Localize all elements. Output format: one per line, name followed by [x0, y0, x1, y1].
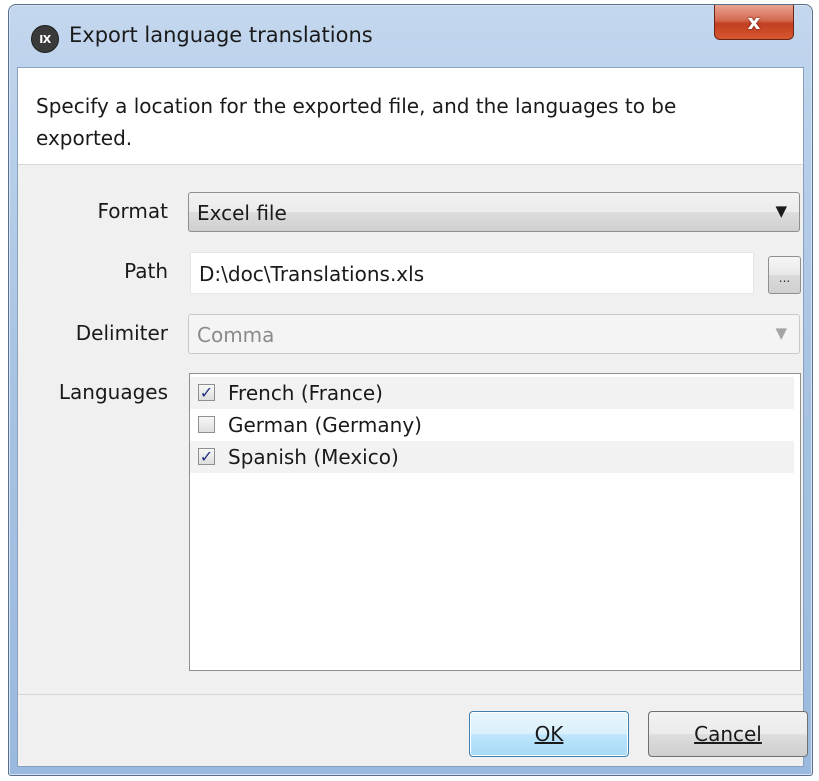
chevron-down-icon: ▼ [775, 324, 787, 342]
format-dropdown[interactable]: Excel file ▼ [188, 192, 800, 232]
instructions-text: Specify a location for the exported file… [36, 94, 677, 150]
checkbox-french[interactable]: ✓ [198, 384, 215, 401]
title-bar[interactable]: IX Export language translations x [9, 5, 812, 67]
format-value: Excel file [197, 201, 287, 225]
close-button[interactable]: x [714, 5, 794, 40]
checkbox-spanish[interactable]: ✓ [198, 448, 215, 465]
app-logo-icon: IX [31, 25, 59, 53]
cancel-button[interactable]: Cancel [648, 711, 808, 757]
language-label: French (France) [228, 381, 383, 405]
chevron-down-icon: ▼ [775, 202, 787, 220]
list-item[interactable]: ✓ Spanish (Mexico) [190, 441, 794, 473]
languages-label: Languages [58, 380, 168, 404]
delimiter-value: Comma [197, 323, 275, 347]
path-input[interactable]: D:\doc\Translations.xls [190, 252, 754, 294]
delimiter-label: Delimiter [75, 321, 168, 345]
path-label: Path [124, 259, 168, 283]
delimiter-dropdown: Comma ▼ [188, 314, 800, 354]
list-item[interactable]: ✓ French (France) [190, 377, 794, 409]
window-title: Export language translations [69, 23, 373, 47]
language-label: Spanish (Mexico) [228, 445, 399, 469]
language-label: German (Germany) [228, 413, 422, 437]
export-dialog: IX Export language translations x Specif… [8, 4, 813, 776]
path-value: D:\doc\Translations.xls [199, 262, 425, 286]
format-label: Format [97, 199, 168, 223]
languages-list[interactable]: ✓ French (France) German (Germany) ✓ Spa… [189, 373, 801, 671]
list-item[interactable]: German (Germany) [190, 409, 794, 441]
browse-button[interactable]: ... [768, 256, 801, 294]
footer-divider [18, 694, 803, 695]
dialog-body: Specify a location for the exported file… [17, 67, 808, 767]
checkbox-german[interactable] [198, 416, 215, 433]
instruction-panel: Specify a location for the exported file… [18, 68, 803, 165]
ok-button[interactable]: OK [469, 711, 629, 757]
